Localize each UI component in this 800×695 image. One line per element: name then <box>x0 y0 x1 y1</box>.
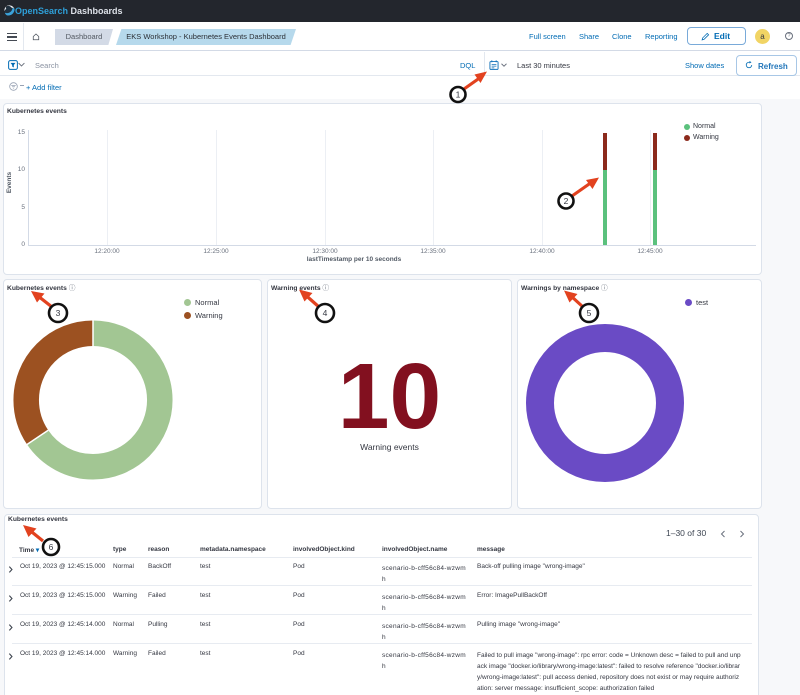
svg-text:4: 4 <box>323 308 328 318</box>
svg-text:5: 5 <box>587 308 592 318</box>
svg-text:1: 1 <box>456 90 461 100</box>
svg-text:3: 3 <box>56 308 61 318</box>
svg-text:6: 6 <box>49 542 54 552</box>
svg-text:2: 2 <box>564 196 569 206</box>
